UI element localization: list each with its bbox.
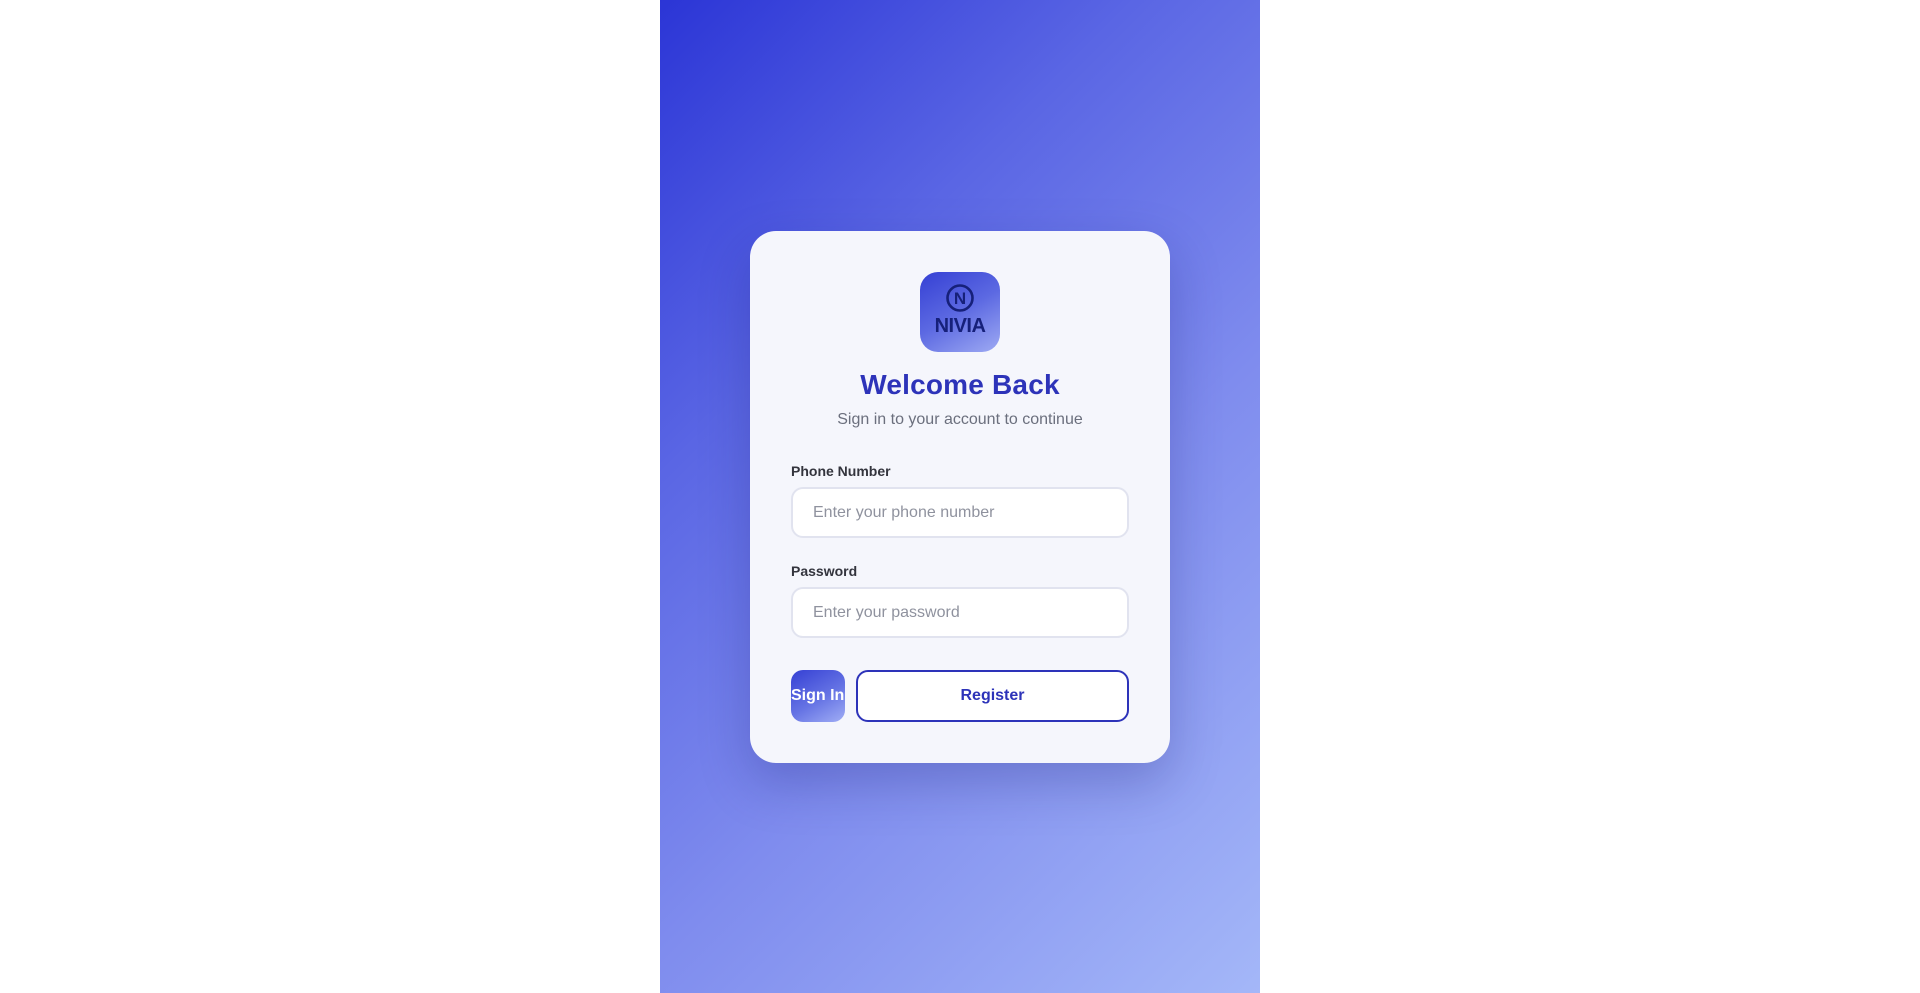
login-card: N NIVIA Welcome Back Sign in to your acc… [750, 231, 1170, 763]
login-background: N NIVIA Welcome Back Sign in to your acc… [660, 0, 1260, 993]
register-button[interactable]: Register [856, 670, 1129, 722]
logo-wordmark: NIVIA [935, 315, 986, 337]
nivia-logo: N NIVIA [920, 272, 1000, 352]
nivia-logo-mark: N NIVIA [935, 284, 986, 337]
sign-in-button[interactable]: Sign In [791, 670, 845, 722]
password-input[interactable] [791, 587, 1129, 638]
logo-monogram: N [954, 289, 966, 308]
page-title: Welcome Back [860, 369, 1060, 400]
password-label: Password [791, 563, 858, 579]
phone-number-label: Phone Number [791, 463, 891, 479]
phone-number-input[interactable] [791, 487, 1129, 538]
page-subtitle: Sign in to your account to continue [837, 411, 1083, 428]
